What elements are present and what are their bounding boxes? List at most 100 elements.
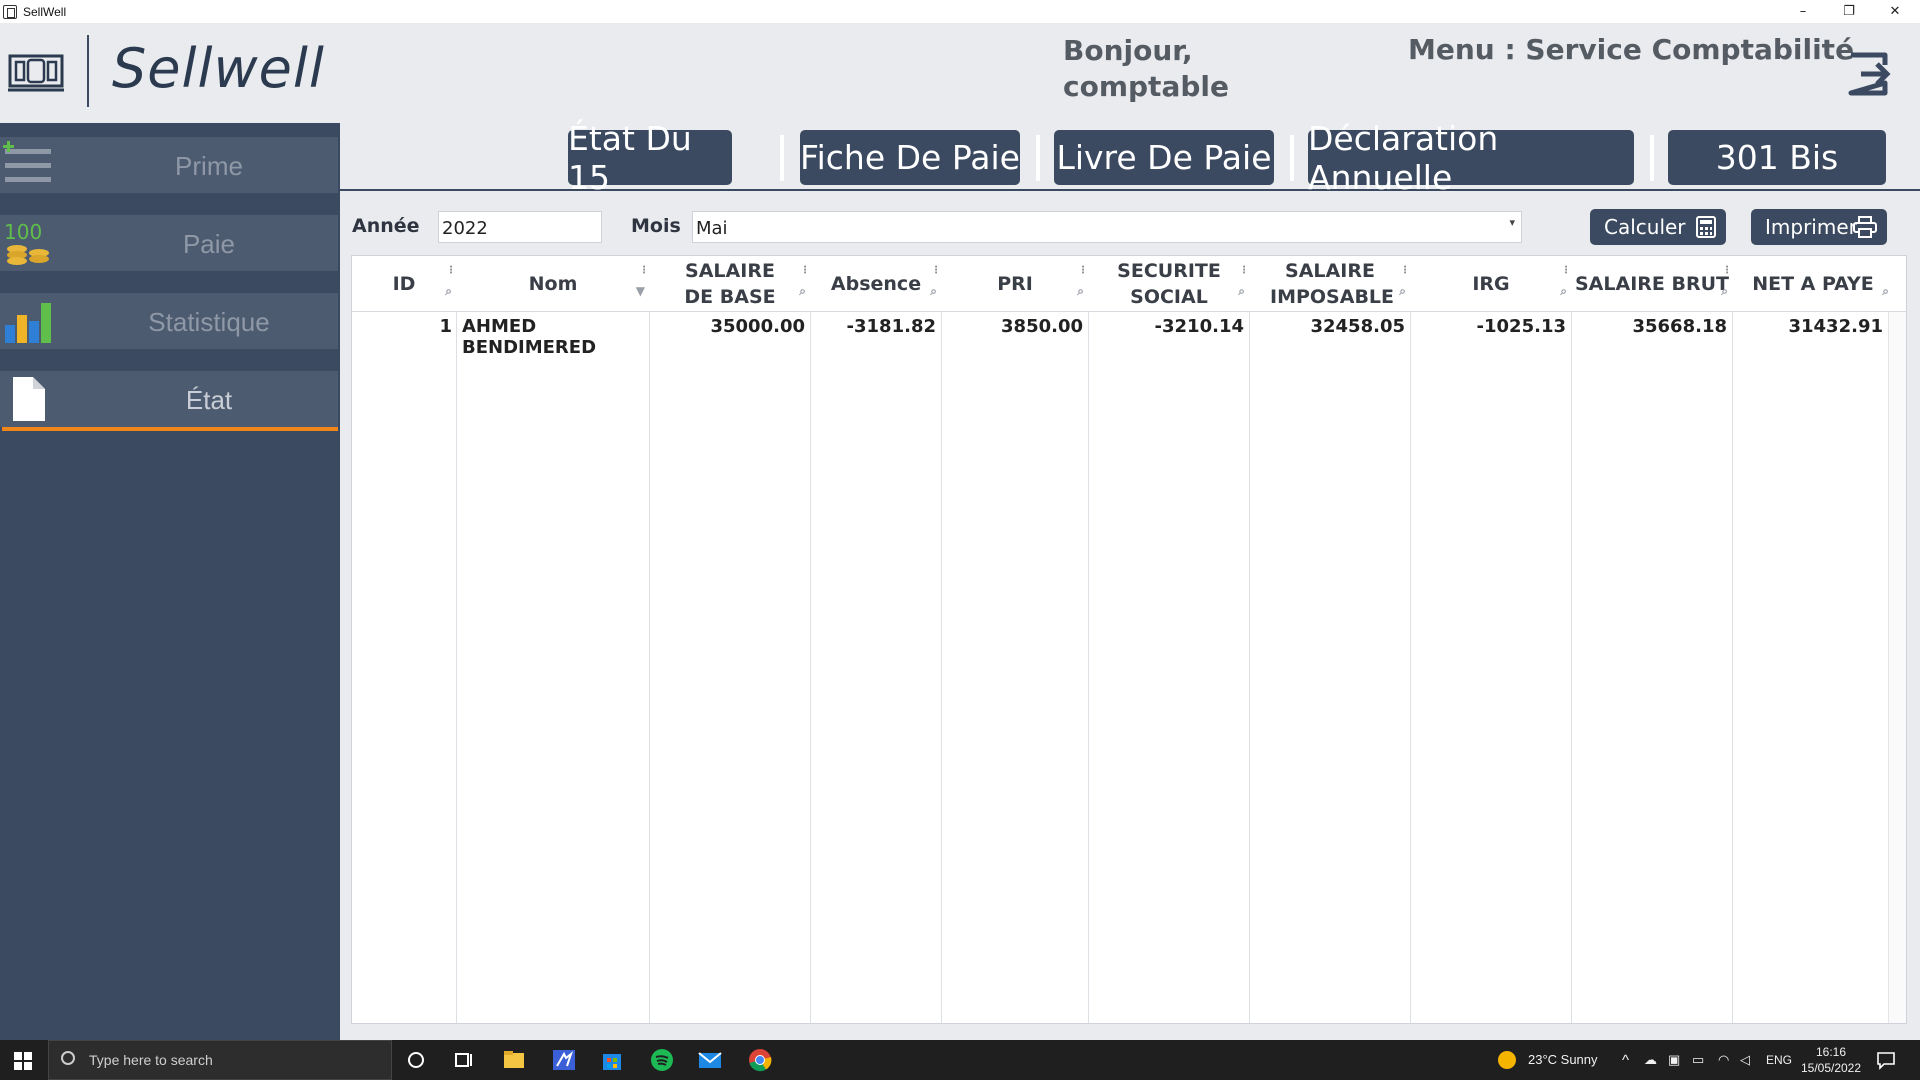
window-titlebar: SellWell – ❐ ✕ xyxy=(0,0,1920,23)
sun-weather-icon[interactable] xyxy=(1497,1050,1517,1070)
tab-separator xyxy=(1036,135,1040,181)
search-placeholder: Type here to search xyxy=(89,1052,213,1068)
column-divider xyxy=(1571,312,1572,1023)
clock-time: 16:16 xyxy=(1815,1045,1847,1059)
notification-icon[interactable] xyxy=(1876,1050,1896,1070)
app-header: Sellwell Bonjour, comptable Menu : Servi… xyxy=(0,23,1920,123)
windows-start-icon[interactable] xyxy=(14,1052,32,1070)
chrome-icon[interactable] xyxy=(748,1048,772,1072)
cell-salaire-de-base: 35000.00 xyxy=(710,316,805,337)
column-header-net-a-paye[interactable]: NET A PAYE ⌕ xyxy=(1733,256,1893,312)
column-header-securite-social[interactable]: SECURITE SOCIAL ⌕ ⋮ xyxy=(1089,256,1249,312)
task-view-icon[interactable] xyxy=(452,1048,476,1072)
window-title: SellWell xyxy=(23,4,67,19)
column-divider xyxy=(649,312,650,1023)
tab-fiche-de-paie[interactable]: Fiche De Paie xyxy=(800,130,1020,185)
imprimer-label: Imprimer xyxy=(1765,215,1857,239)
sidebar-item-label: Paie xyxy=(182,229,236,259)
column-header-salaire-de-base[interactable]: SALAIRE DE BASE ⌕ ⋮ xyxy=(650,256,810,312)
cell-absence: -3181.82 xyxy=(846,316,936,337)
brand-name: Sellwell xyxy=(112,37,325,100)
sidebar-item-prime[interactable]: Prime xyxy=(0,137,338,193)
table-scrollbar[interactable] xyxy=(1888,312,1906,1023)
calculer-label: Calculer xyxy=(1604,215,1686,239)
file-explorer-icon[interactable] xyxy=(502,1048,526,1072)
column-header-pri[interactable]: PRI ⌕ ⋮ xyxy=(942,256,1088,312)
column-divider xyxy=(1249,312,1250,1023)
sidebar-item-label: Prime xyxy=(175,151,243,181)
cortana-icon[interactable] xyxy=(404,1048,428,1072)
tab-livre-de-paie[interactable]: Livre De Paie xyxy=(1054,130,1274,185)
cell-irg: -1025.13 xyxy=(1476,316,1566,337)
column-divider xyxy=(1088,312,1089,1023)
calculer-button[interactable]: Calculer xyxy=(1590,209,1726,245)
cell-pri: 3850.00 xyxy=(1001,316,1083,337)
mail-icon[interactable] xyxy=(698,1048,722,1072)
tab-declaration-annuelle[interactable]: Déclaration Annuelle xyxy=(1308,119,1634,197)
tab-separator xyxy=(1290,135,1294,181)
column-divider xyxy=(1410,312,1411,1023)
menu-title: Menu : Service Comptabilité xyxy=(1408,33,1855,66)
cell-net-a-paye: 31432.91 xyxy=(1788,316,1883,337)
box-logo-icon xyxy=(8,54,64,92)
column-divider xyxy=(1732,312,1733,1023)
wifi-icon[interactable]: ◠ xyxy=(1718,1052,1729,1068)
cell-nom: AHMED BENDIMERED xyxy=(462,316,597,358)
document-icon xyxy=(13,377,45,421)
calculator-icon xyxy=(1696,216,1716,238)
tab-301-bis[interactable]: 301 Bis xyxy=(1668,130,1886,185)
device-icon[interactable]: ▣ xyxy=(1668,1052,1680,1068)
month-label: Mois xyxy=(631,215,681,237)
logout-icon[interactable] xyxy=(1843,49,1893,99)
tab-etat-du-15[interactable]: État Du 15 xyxy=(568,119,732,197)
visual-studio-icon[interactable] xyxy=(552,1048,576,1072)
month-select[interactable]: Mai ▾ xyxy=(692,211,1522,243)
column-divider xyxy=(941,312,942,1023)
column-header-salaire-imposable[interactable]: SALAIRE IMPOSABLE ⌕ ⋮ xyxy=(1250,256,1410,312)
cloud-icon[interactable]: ☁ xyxy=(1644,1052,1657,1068)
sidebar-item-paie[interactable]: 100 Paie xyxy=(0,215,338,271)
column-divider xyxy=(456,312,457,1023)
lang-text[interactable]: ENG xyxy=(1766,1053,1792,1067)
column-header-salaire-brut[interactable]: SALAIRE BRUT ⌕ ⋮ xyxy=(1572,256,1732,312)
column-divider xyxy=(810,312,811,1023)
sidebar-item-etat[interactable]: État xyxy=(0,371,338,427)
close-button[interactable]: ✕ xyxy=(1872,0,1918,23)
minimize-button[interactable]: – xyxy=(1780,0,1826,23)
store-icon[interactable] xyxy=(600,1048,624,1072)
clock-date: 15/05/2022 xyxy=(1800,1061,1862,1075)
weather-text[interactable]: 23°C Sunny xyxy=(1528,1052,1598,1067)
cell-salaire-imposable: 32458.05 xyxy=(1310,316,1405,337)
column-header-nom[interactable]: Nom ▼ ⋮ xyxy=(457,256,649,312)
taskbar-search[interactable]: Type here to search xyxy=(48,1040,392,1080)
year-input[interactable]: 2022 xyxy=(438,211,602,243)
year-label: Année xyxy=(352,215,420,237)
chevron-down-icon: ▾ xyxy=(1509,216,1515,229)
filter-row: Année 2022 Mois Mai ▾ Calculer Imprimer xyxy=(340,193,1920,253)
chevron-up-icon[interactable]: ^ xyxy=(1622,1052,1629,1069)
column-header-irg[interactable]: IRG ⌕ ⋮ xyxy=(1411,256,1571,312)
month-value: Mai xyxy=(696,218,728,239)
tab-separator xyxy=(780,135,784,181)
volume-icon[interactable]: ◁ xyxy=(1740,1052,1750,1068)
search-icon xyxy=(61,1051,75,1065)
sidebar-item-label: Statistique xyxy=(148,307,270,337)
column-header-id[interactable]: ID ⌕ ⋮ xyxy=(352,256,456,312)
clock[interactable]: 16:16 15/05/2022 xyxy=(1796,1044,1866,1076)
column-header-absence[interactable]: Absence ⌕ ⋮ xyxy=(811,256,941,312)
sidebar-item-statistique[interactable]: Statistique xyxy=(0,293,338,349)
payroll-table[interactable]: ID ⌕ ⋮ Nom ▼ ⋮ SALAIRE DE BASE ⌕ ⋮ Absence ⌕ ⋮ P… xyxy=(351,255,1907,1024)
taskbar: Type here to search 23°C Sunny ^ ☁ ▣ ▭ ◠… xyxy=(0,1040,1920,1080)
greeting: Bonjour, comptable xyxy=(1063,34,1229,103)
spotify-icon[interactable] xyxy=(650,1048,674,1072)
tab-separator xyxy=(1650,135,1654,181)
battery-icon[interactable]: ▭ xyxy=(1692,1052,1704,1068)
active-indicator xyxy=(2,427,338,431)
maximize-button[interactable]: ❐ xyxy=(1826,0,1872,23)
printer-icon xyxy=(1853,216,1877,238)
imprimer-button[interactable]: Imprimer xyxy=(1751,209,1887,245)
cell-securite-social: -3210.14 xyxy=(1154,316,1244,337)
prime-list-icon xyxy=(3,141,51,182)
coins-icon: 100 xyxy=(4,220,49,265)
sidebar-item-label: État xyxy=(185,385,233,415)
